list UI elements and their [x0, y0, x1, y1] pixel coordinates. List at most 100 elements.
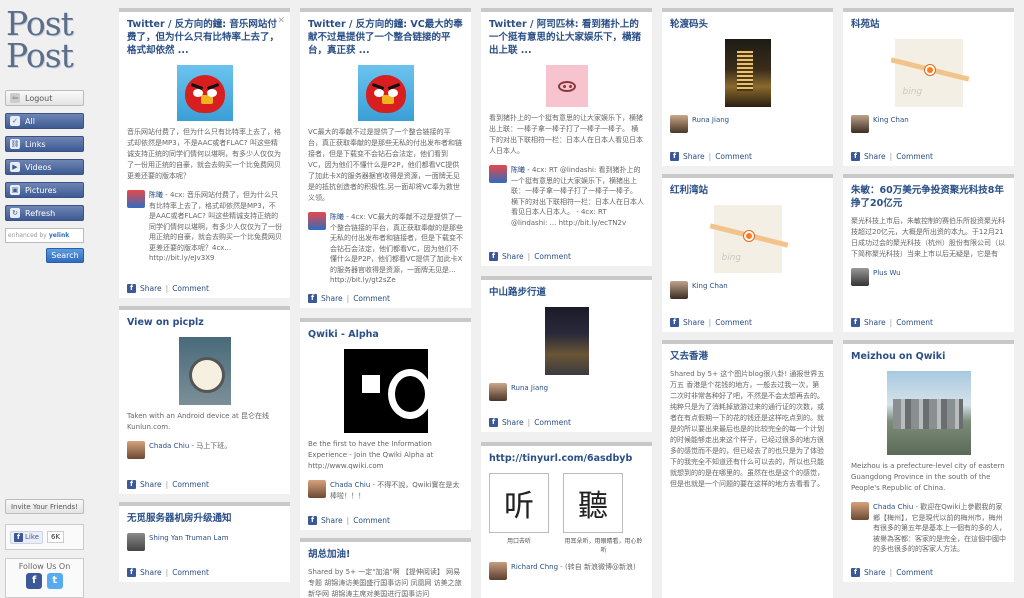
twitter-icon[interactable]: t [46, 573, 63, 589]
share-link[interactable]: Share [321, 294, 343, 303]
comment-link[interactable]: Comment [353, 294, 390, 303]
facebook-icon[interactable]: f [26, 573, 43, 589]
user-name[interactable]: Richard Chng [511, 563, 558, 571]
post-title[interactable]: 轮渡码头 [670, 18, 825, 31]
comment-link[interactable]: Comment [896, 152, 933, 161]
avatar[interactable] [489, 165, 507, 183]
pig-image[interactable] [545, 65, 588, 107]
avatar[interactable] [851, 268, 869, 286]
user-name[interactable]: 陈曦 [149, 191, 163, 199]
avatar[interactable] [127, 441, 145, 459]
post-card[interactable]: 科苑站 bing King Chan f Share | Comment [843, 8, 1014, 166]
post-card[interactable]: http://tinyurl.com/6asdbyb 听 用口去听 聽 用耳朵听… [481, 442, 652, 598]
user-name[interactable]: King Chan [873, 115, 909, 133]
user-name[interactable]: Chada Chiu [330, 481, 370, 489]
user-name[interactable]: Shing Yan Truman Lam [149, 533, 229, 551]
map-image[interactable]: bing [713, 205, 782, 273]
post-title[interactable]: Twitter / 阿司匹林: 看到猪扑上的一个挺有意思的让大家娱乐下，横猪出上… [489, 18, 644, 57]
comment-link[interactable]: Comment [896, 318, 933, 327]
map-image[interactable]: bing [894, 39, 963, 107]
post-title[interactable]: 无觅服务器机房升级通知 [127, 512, 282, 525]
post-title[interactable]: 科苑站 [851, 18, 1006, 31]
user-name[interactable]: Chada Chiu [873, 503, 913, 511]
comment-link[interactable]: Comment [715, 152, 752, 161]
share-link[interactable]: Share [864, 318, 886, 327]
comment-link[interactable]: Comment [534, 418, 571, 427]
comment-link[interactable]: Comment [172, 568, 209, 577]
post-card[interactable]: 无觅服务器机房升级通知 Shing Yan Truman Lam f Share |… [119, 502, 290, 582]
chinese-characters-image[interactable]: 听 用口去听 聽 用耳朵听，用眼睛看，用心聆听 [489, 473, 644, 554]
avatar[interactable] [851, 502, 869, 520]
share-link[interactable]: Share [140, 284, 162, 293]
search-button[interactable]: Search [46, 248, 84, 263]
post-title[interactable]: 红利湾站 [670, 184, 825, 197]
user-name[interactable]: 陈曦 [330, 213, 344, 221]
post-title[interactable]: Qwiki - Alpha [308, 328, 463, 341]
post-title[interactable]: 又去香港 [670, 350, 825, 363]
share-link[interactable]: Share [864, 568, 886, 577]
comment-link[interactable]: Comment [172, 480, 209, 489]
post-card[interactable]: 中山路步行道 Runa Jiang f Share | Comment [481, 276, 652, 432]
user-name[interactable]: 陈曦 [511, 166, 525, 174]
post-card[interactable]: Meizhou on Qwiki Meizhou is a prefecture… [843, 340, 1014, 582]
post-title[interactable]: 中山路步行道 [489, 286, 644, 299]
share-link[interactable]: Share [502, 418, 524, 427]
meizhou-city-photo[interactable] [886, 371, 971, 455]
avatar[interactable] [127, 190, 145, 208]
user-name[interactable]: Runa Jiang [511, 383, 548, 401]
post-title[interactable]: View on picplz [127, 316, 282, 329]
qwiki-logo-image[interactable] [343, 349, 432, 433]
share-link[interactable]: Share [140, 568, 162, 577]
avatar[interactable] [308, 480, 326, 498]
post-card[interactable]: Qwiki - Alpha Be the first to have the I… [300, 318, 471, 530]
refresh-button[interactable]: ↻ Refresh [5, 205, 84, 221]
user-name[interactable]: Chada Chiu [149, 442, 189, 450]
comment-link[interactable]: Comment [172, 284, 209, 293]
close-icon[interactable]: ✕ [277, 16, 285, 26]
post-card[interactable]: 朱敏：60万美元争投资聚光科技8年挣了20亿元 聚光科技上市后，朱敏控制的赛伯乐… [843, 174, 1014, 332]
avatar[interactable] [670, 115, 688, 133]
post-title[interactable]: Twitter / 反方向的鐘: VC最大的奉献不过是提供了一个整合链接的平台，… [308, 18, 463, 57]
avatar[interactable] [308, 212, 326, 230]
post-card[interactable]: 红利湾站 bing King Chan f Share | Comment [662, 174, 833, 332]
comment-link[interactable]: Comment [715, 318, 752, 327]
avatar[interactable] [489, 562, 507, 580]
filter-videos-button[interactable]: ▶ Videos [5, 159, 84, 175]
post-title[interactable]: http://tinyurl.com/6asdbyb [489, 452, 644, 465]
avatar[interactable] [851, 115, 869, 133]
facebook-like-button[interactable]: f Like [10, 530, 43, 544]
filter-links-button[interactable]: ⛓ Links [5, 136, 84, 152]
avatar[interactable] [670, 281, 688, 299]
post-title[interactable]: 朱敏：60万美元争投资聚光科技8年挣了20亿元 [851, 184, 1006, 210]
post-card[interactable]: View on picplz Taken with an Android dev… [119, 306, 290, 494]
share-link[interactable]: Share [864, 152, 886, 161]
angry-bird-image[interactable] [176, 65, 233, 121]
ferry-terminal-photo[interactable] [724, 39, 771, 107]
post-card[interactable]: Twitter / 阿司匹林: 看到猪扑上的一个挺有意思的让大家娱乐下，横猪出上… [481, 8, 652, 266]
post-card[interactable]: 轮渡码头 Runa Jiang f Share | Comment [662, 8, 833, 166]
post-title[interactable]: Meizhou on Qwiki [851, 350, 1006, 363]
comment-link[interactable]: Comment [896, 568, 933, 577]
post-title[interactable]: 胡总加油! [308, 548, 463, 561]
post-card[interactable]: Twitter / 反方向的鐘: VC最大的奉献不过是提供了一个整合链接的平台，… [300, 8, 471, 308]
search-input[interactable]: enhanced by yelink [5, 228, 84, 243]
share-link[interactable]: Share [683, 318, 705, 327]
angry-bird-image[interactable] [357, 65, 414, 121]
watch-photo[interactable] [178, 337, 231, 405]
logout-button[interactable]: ⇦ Logout [5, 90, 84, 106]
post-title[interactable]: Twitter / 反方向的鐘: 音乐网站付费了，但为什么只有比特率上去了，格式… [127, 18, 282, 57]
post-card[interactable]: 又去香港 Shared by 5+ 这个图片blog很八卦! 通报世界五万五 香… [662, 340, 833, 598]
comment-link[interactable]: Comment [353, 516, 390, 525]
share-link[interactable]: Share [683, 152, 705, 161]
user-name[interactable]: Plus Wu [873, 268, 901, 286]
share-link[interactable]: Share [502, 252, 524, 261]
filter-all-button[interactable]: ✓ All [5, 113, 84, 129]
share-link[interactable]: Share [140, 480, 162, 489]
user-name[interactable]: King Chan [692, 281, 728, 299]
postpost-logo[interactable]: Post Post [6, 7, 74, 72]
user-name[interactable]: Runa Jiang [692, 115, 729, 133]
post-card[interactable]: 胡总加油! Shared by 5+ 一定"加油"啊 【提伸阅读】 网易 专题 … [300, 538, 471, 598]
post-card[interactable]: ✕ Twitter / 反方向的鐘: 音乐网站付费了，但为什么只有比特率上去了，… [119, 8, 290, 298]
filter-pictures-button[interactable]: ▣ Pictures [5, 182, 84, 198]
share-link[interactable]: Share [321, 516, 343, 525]
